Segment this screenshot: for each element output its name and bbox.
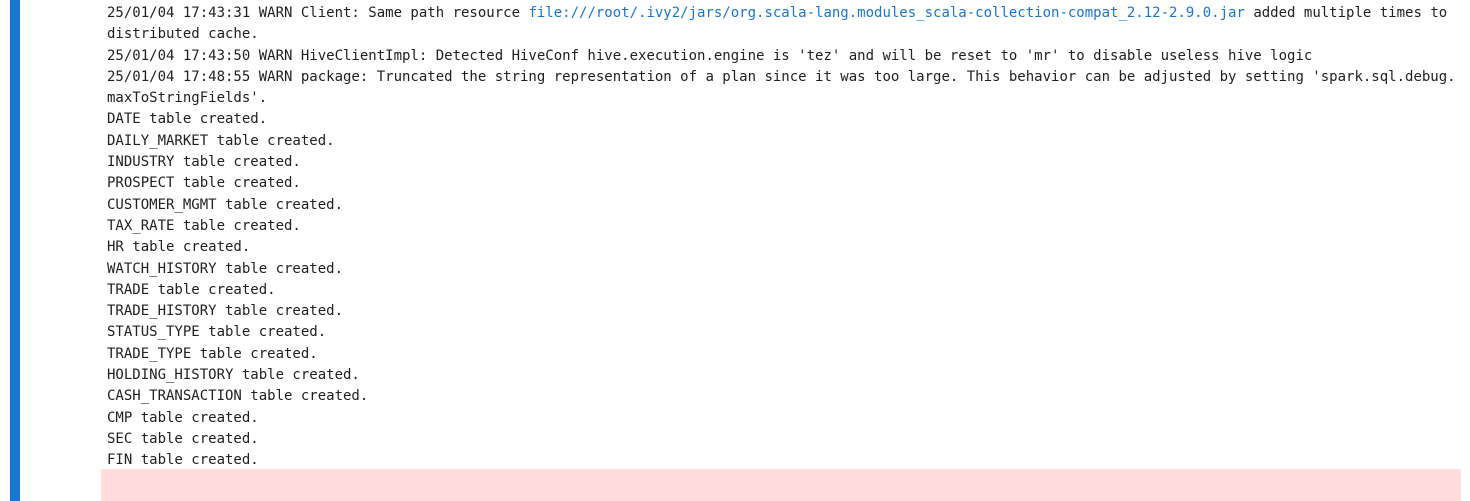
notebook-page: 25/01/04 17:43:31 WARN Client: Same path… bbox=[0, 0, 1470, 501]
table-created-line: SEC table created. bbox=[107, 430, 259, 447]
table-created-line: TAX_RATE table created. bbox=[107, 217, 301, 234]
log-line-warn-client: 25/01/04 17:43:31 WARN Client: Same path… bbox=[101, 3, 1461, 46]
table-created-list: DATE table created. DAILY_MARKET table cr… bbox=[101, 109, 1461, 471]
table-created-line: CUSTOMER_MGMT table created. bbox=[107, 196, 344, 213]
table-created-line: HR table created. bbox=[107, 239, 251, 256]
stderr-output-block bbox=[101, 469, 1461, 501]
table-created-line: STATUS_TYPE table created. bbox=[107, 324, 327, 341]
table-created-line: DATE table created. bbox=[107, 111, 268, 128]
table-created-line: CASH_TRANSACTION table created. bbox=[107, 388, 369, 405]
log-line-warn-package: 25/01/04 17:48:55 WARN package: Truncate… bbox=[101, 67, 1461, 110]
log-text: 25/01/04 17:43:31 WARN Client: Same path… bbox=[107, 5, 529, 21]
table-created-line: PROSPECT table created. bbox=[107, 175, 301, 192]
table-created-line: INDUSTRY table created. bbox=[107, 154, 301, 171]
table-created-line: WATCH_HISTORY table created. bbox=[107, 260, 344, 277]
table-created-line: TRADE_TYPE table created. bbox=[107, 345, 318, 362]
table-created-line: DAILY_MARKET table created. bbox=[107, 132, 335, 149]
cell-output-area: 25/01/04 17:43:31 WARN Client: Same path… bbox=[101, 3, 1461, 472]
table-created-line: HOLDING_HISTORY table created. bbox=[107, 367, 360, 384]
table-created-line: TRADE_HISTORY table created. bbox=[107, 303, 344, 320]
table-created-line: TRADE table created. bbox=[107, 281, 276, 298]
log-line-warn-hive: 25/01/04 17:43:50 WARN HiveClientImpl: D… bbox=[101, 46, 1461, 67]
log-text: 25/01/04 17:43:50 WARN HiveClientImpl: D… bbox=[107, 47, 1313, 64]
table-created-line: CMP table created. bbox=[107, 409, 259, 426]
cell-selection-bar[interactable] bbox=[10, 0, 20, 501]
resource-file-link[interactable]: file:///root/.ivy2/jars/org.scala-lang.m… bbox=[528, 5, 1244, 21]
log-text: 25/01/04 17:48:55 WARN package: Truncate… bbox=[107, 68, 1456, 107]
